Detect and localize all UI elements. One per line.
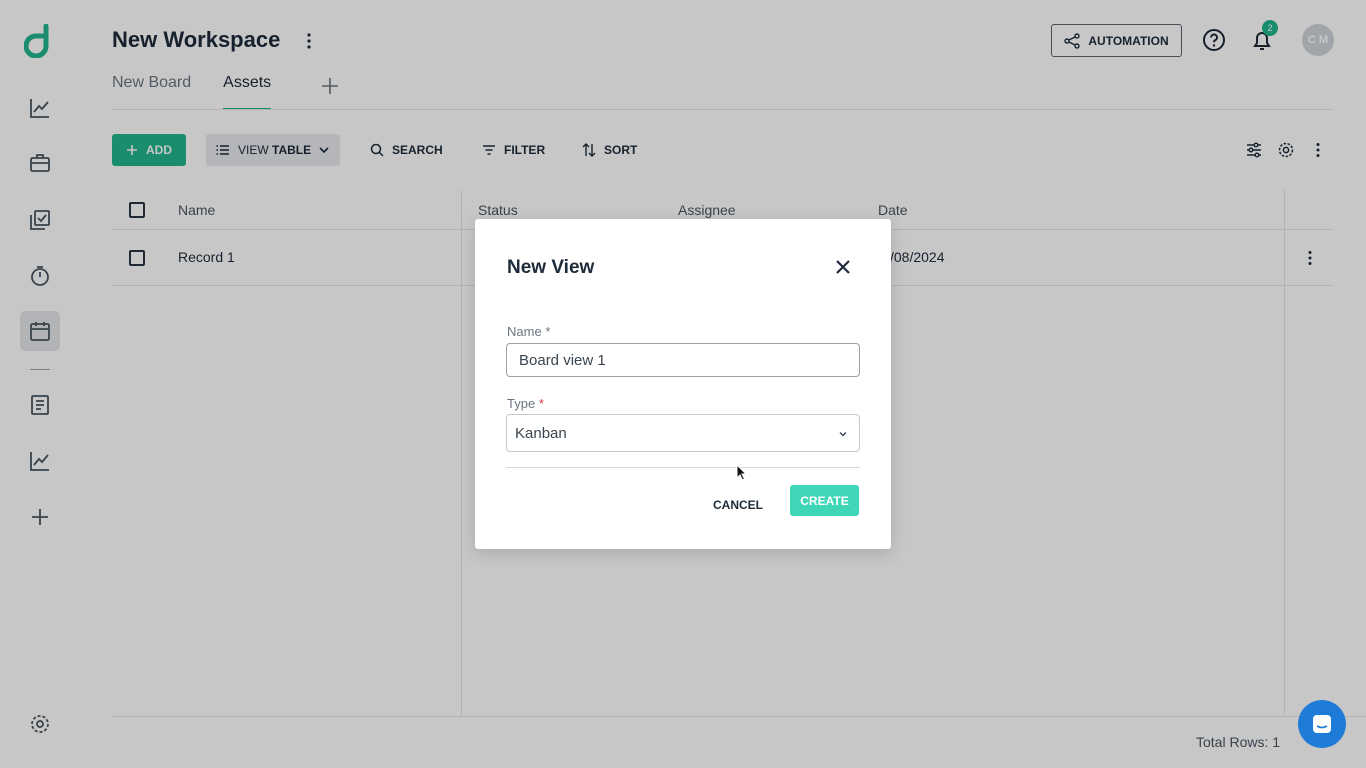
- dialog-title: New View: [507, 257, 595, 278]
- dialog-divider: [506, 467, 860, 468]
- view-type-value: Kanban: [515, 424, 567, 442]
- chat-icon: [1313, 715, 1331, 733]
- type-required-marker: *: [538, 396, 544, 411]
- chat-support-button[interactable]: [1298, 700, 1346, 748]
- type-field-label: Type *: [507, 396, 544, 411]
- chevron-down-icon: [839, 432, 847, 437]
- view-name-input[interactable]: [506, 343, 860, 377]
- create-button[interactable]: CREATE: [790, 485, 859, 516]
- view-type-select[interactable]: Kanban: [506, 414, 860, 452]
- name-required-marker: *: [545, 324, 551, 339]
- new-view-dialog: New View Name * Type * Kanban CANCEL CRE…: [475, 219, 891, 549]
- cancel-button[interactable]: CANCEL: [707, 489, 769, 521]
- close-icon[interactable]: [833, 257, 853, 277]
- mouse-cursor-icon: [736, 464, 748, 481]
- name-field-label: Name *: [507, 324, 550, 339]
- name-label-text: Name: [507, 324, 542, 339]
- type-label-text: Type: [507, 396, 536, 411]
